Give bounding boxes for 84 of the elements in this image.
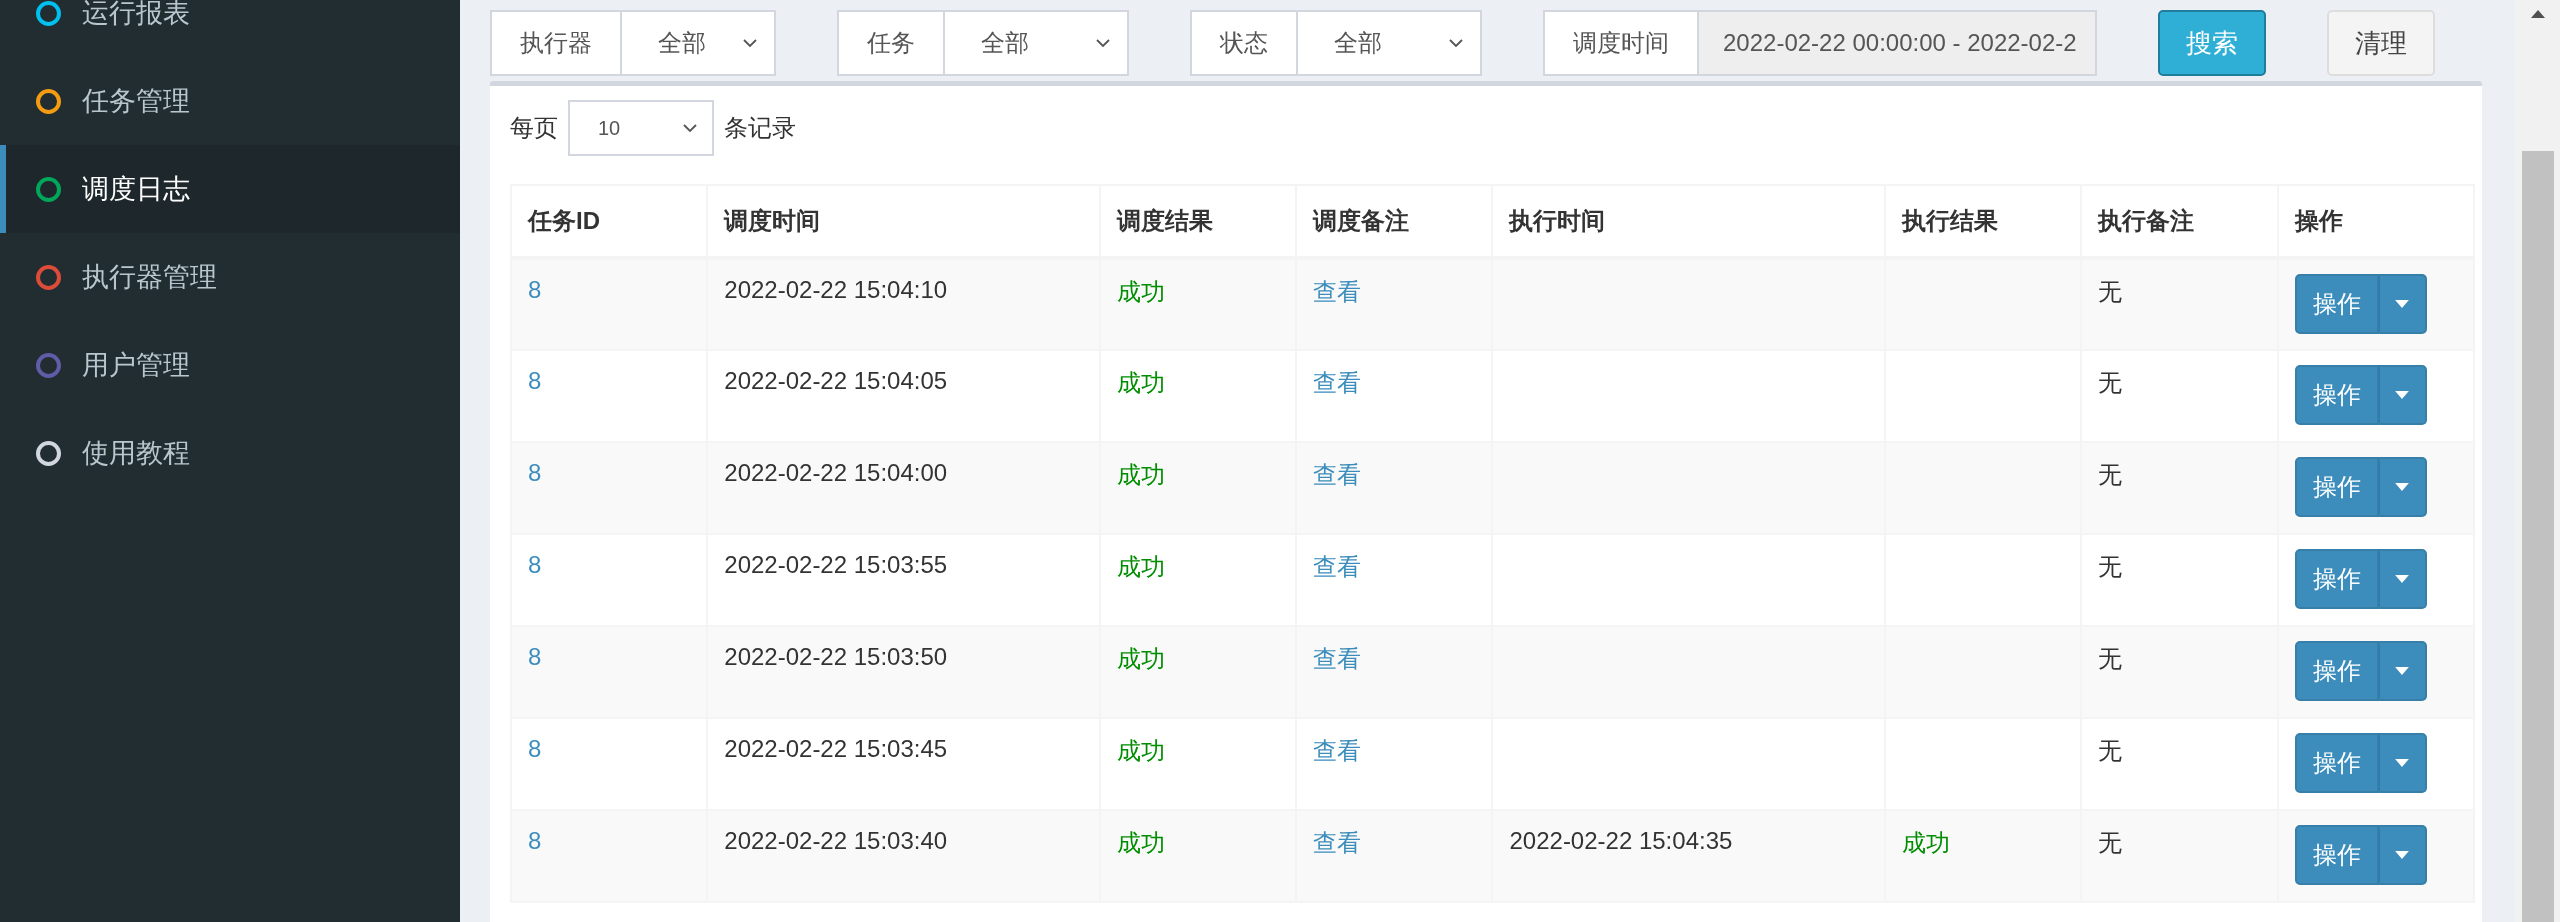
filter-select[interactable]: 全部	[622, 10, 776, 76]
sidebar-item[interactable]: 运行报表	[0, 0, 460, 57]
trigger-time: 2022-02-22 15:03:45	[724, 735, 948, 762]
trigger-time: 2022-02-22 15:04:00	[724, 459, 948, 486]
date-range-field[interactable]: 2022-02-22 00:00:00 - 2022-02-2	[1699, 10, 2097, 76]
clear-button[interactable]: 清理	[2326, 10, 2435, 76]
filter-label: 执行器	[490, 10, 622, 76]
task-id-link[interactable]: 8	[528, 827, 542, 854]
action-button[interactable]: 操作	[2294, 733, 2379, 793]
chevron-down-icon	[1095, 38, 1111, 48]
chevron-down-icon	[1448, 38, 1464, 48]
dropdown-toggle[interactable]	[2378, 457, 2427, 517]
search-button[interactable]: 搜索	[2157, 10, 2266, 76]
handle-note: 无	[2098, 278, 2123, 305]
page-size-label: 每页	[510, 113, 558, 143]
sidebar-item[interactable]: 调度日志	[0, 145, 460, 233]
filter-select[interactable]: 全部	[1298, 10, 1482, 76]
caret-icon	[2395, 575, 2410, 583]
view-link[interactable]: 查看	[1313, 369, 1362, 396]
dropdown-toggle[interactable]	[2378, 365, 2427, 425]
action-button[interactable]: 操作	[2294, 549, 2379, 609]
dropdown-toggle[interactable]	[2378, 641, 2427, 701]
caret-icon	[2395, 300, 2410, 308]
caret-icon	[2395, 759, 2410, 767]
handle-note: 无	[2098, 737, 2123, 764]
view-link[interactable]: 查看	[1313, 737, 1362, 764]
filter-label: 调度时间	[1543, 10, 1699, 76]
trigger-time: 2022-02-22 15:03:40	[724, 827, 948, 854]
action-button[interactable]: 操作	[2294, 457, 2379, 517]
caret-icon	[2395, 667, 2410, 675]
caret-icon	[2395, 851, 2410, 859]
task-id-link[interactable]: 8	[528, 276, 542, 303]
handle-note: 无	[2098, 369, 2123, 396]
filter-select[interactable]: 全部	[945, 10, 1129, 76]
action-button[interactable]: 操作	[2294, 274, 2379, 334]
action-button[interactable]: 操作	[2294, 641, 2379, 701]
scrollbar-thumb[interactable]	[2521, 151, 2554, 922]
sidebar-item[interactable]: 用户管理	[0, 321, 460, 409]
filter-label: 任务	[837, 10, 945, 76]
view-link[interactable]: 查看	[1313, 645, 1362, 672]
dropdown-toggle[interactable]	[2378, 274, 2427, 334]
task-id-link[interactable]: 8	[528, 367, 542, 394]
action-button[interactable]: 操作	[2294, 825, 2379, 885]
page-size-select[interactable]: 10	[568, 100, 714, 156]
view-link[interactable]: 查看	[1313, 461, 1362, 488]
handle-note: 无	[2098, 645, 2123, 672]
trigger-time: 2022-02-22 15:04:10	[724, 276, 948, 303]
handle-result: 成功	[1902, 829, 1951, 856]
task-id-link[interactable]: 8	[528, 735, 542, 762]
trigger-time: 2022-02-22 15:03:55	[724, 551, 948, 578]
scroll-up-icon[interactable]	[2530, 10, 2545, 18]
dropdown-toggle[interactable]	[2378, 549, 2427, 609]
handle-note: 无	[2098, 553, 2123, 580]
handle-time: 2022-02-22 15:04:35	[1509, 827, 1733, 854]
view-link[interactable]: 查看	[1313, 553, 1362, 580]
view-link[interactable]: 查看	[1313, 829, 1362, 856]
trigger-result: 成功	[1116, 278, 1165, 305]
trigger-result: 成功	[1116, 553, 1165, 580]
dropdown-toggle[interactable]	[2378, 825, 2427, 885]
task-id-link[interactable]: 8	[528, 551, 542, 578]
scrollbar[interactable]	[2515, 0, 2560, 922]
sidebar-item[interactable]: 使用教程	[0, 409, 460, 497]
trigger-result: 成功	[1116, 461, 1165, 488]
chevron-down-icon	[682, 123, 698, 133]
view-link[interactable]: 查看	[1313, 278, 1362, 305]
trigger-result: 成功	[1116, 829, 1165, 856]
action-button[interactable]: 操作	[2294, 365, 2379, 425]
trigger-time: 2022-02-22 15:04:05	[724, 367, 948, 394]
caret-icon	[2395, 391, 2410, 399]
filter-label: 状态	[1190, 10, 1298, 76]
trigger-result: 成功	[1116, 369, 1165, 396]
trigger-time: 2022-02-22 15:03:50	[724, 643, 948, 670]
dropdown-toggle[interactable]	[2378, 733, 2427, 793]
sidebar-item[interactable]: 执行器管理	[0, 233, 460, 321]
caret-icon	[2395, 483, 2410, 491]
chevron-down-icon	[742, 38, 758, 48]
task-id-link[interactable]: 8	[528, 643, 542, 670]
handle-note: 无	[2098, 829, 2123, 856]
sidebar-item[interactable]: 任务管理	[0, 57, 460, 145]
trigger-result: 成功	[1116, 645, 1165, 672]
task-id-link[interactable]: 8	[528, 459, 542, 486]
page-size-label: 条记录	[724, 113, 796, 143]
handle-note: 无	[2098, 461, 2123, 488]
trigger-result: 成功	[1116, 737, 1165, 764]
